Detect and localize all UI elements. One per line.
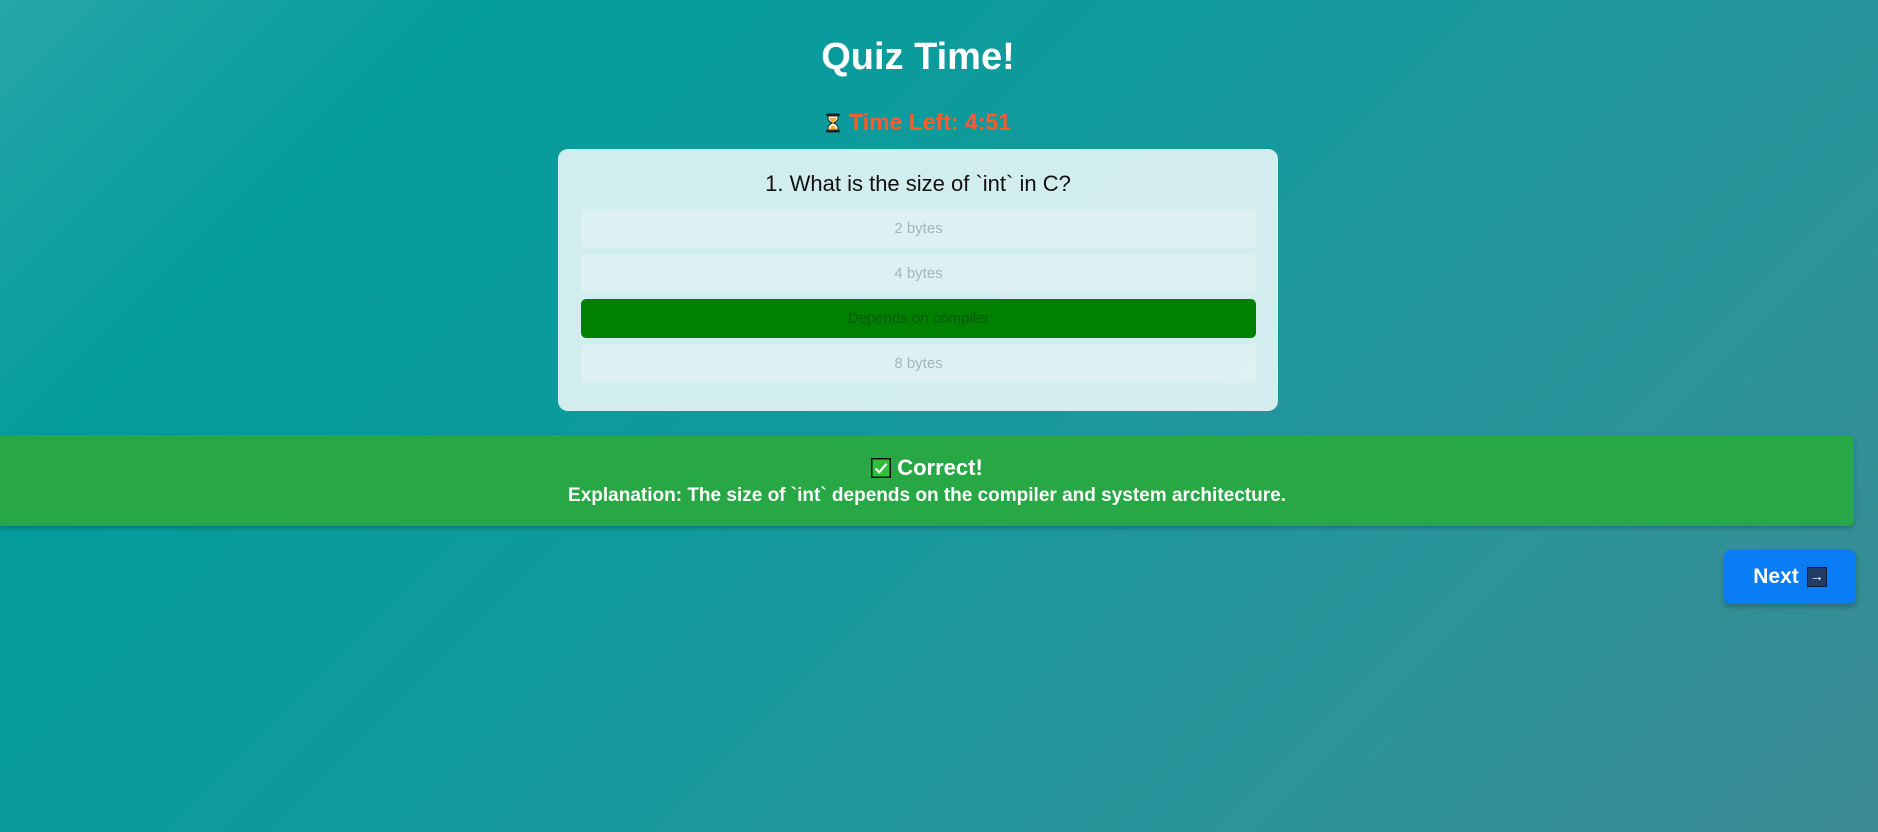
- timer-label: Time Left: 4:51: [849, 109, 1011, 135]
- next-button-label: Next: [1753, 565, 1799, 588]
- page-title: Quiz Time!: [821, 36, 1015, 78]
- option-8-bytes[interactable]: 8 bytes: [581, 344, 1256, 383]
- option-depends-on-compiler[interactable]: Depends on compiler: [581, 299, 1256, 338]
- hourglass-icon: [825, 112, 841, 133]
- explanation-text: The size of `int` depends on the compile…: [682, 485, 1286, 506]
- option-4-bytes[interactable]: 4 bytes: [581, 254, 1256, 293]
- check-icon: [871, 458, 892, 478]
- next-button[interactable]: Next →: [1724, 550, 1856, 604]
- feedback-status: Correct!: [897, 455, 983, 480]
- explanation-label: Explanation:: [568, 485, 683, 506]
- timer: Time Left: 4:51: [0, 109, 1836, 136]
- arrow-right-icon: →: [1806, 567, 1827, 587]
- question-card: 1. What is the size of `int` in C? 2 byt…: [558, 149, 1278, 411]
- feedback-explanation: Explanation: The size of `int` depends o…: [0, 485, 1854, 507]
- question-text: 1. What is the size of `int` in C?: [765, 171, 1071, 196]
- feedback-title: Correct!: [0, 455, 1854, 481]
- option-2-bytes[interactable]: 2 bytes: [581, 209, 1256, 248]
- feedback-banner: Correct! Explanation: The size of `int` …: [0, 435, 1854, 526]
